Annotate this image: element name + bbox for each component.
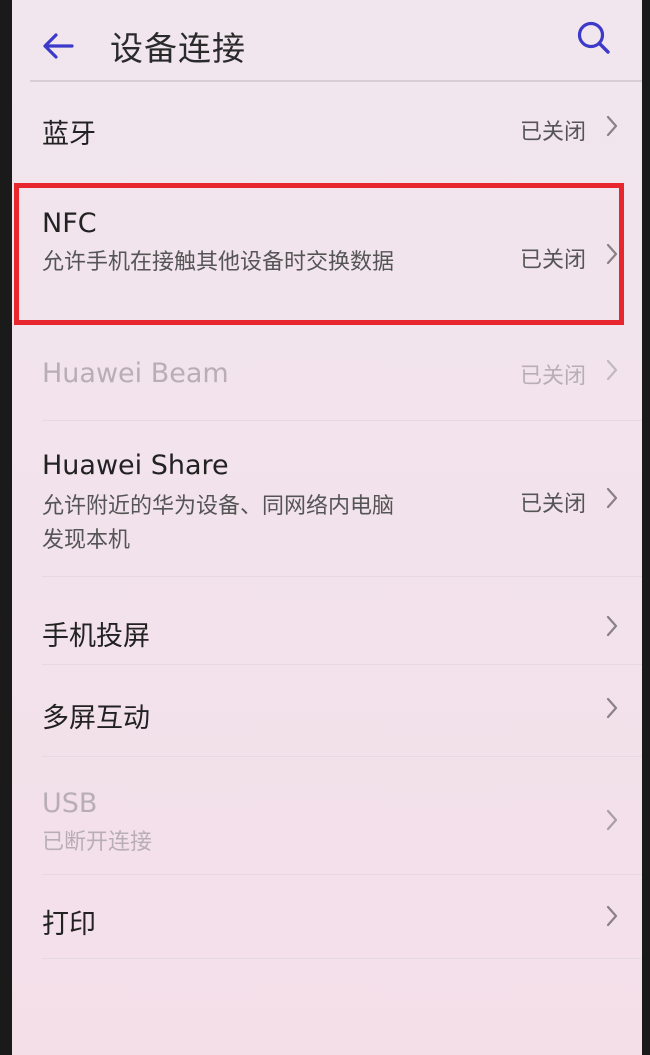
page-title: 设备连接 bbox=[110, 29, 246, 68]
chevron-right-icon bbox=[606, 487, 618, 509]
huawei-share-label: Huawei Share bbox=[42, 450, 229, 481]
settings-screen: 设备连接 蓝牙 已关闭 NFC 允许手机在接触其他设备时交换数据 已关闭 Hua… bbox=[12, 0, 642, 1055]
huawei-share-item[interactable]: Huawei Share 允许附近的华为设备、同网络内电脑发现本机 已关闭 bbox=[12, 424, 642, 574]
divider bbox=[42, 874, 642, 875]
print-item[interactable]: 打印 bbox=[12, 876, 642, 960]
huawei-beam-item: Huawei Beam 已关闭 bbox=[12, 330, 642, 414]
bluetooth-label: 蓝牙 bbox=[42, 119, 96, 150]
chevron-right-icon bbox=[606, 697, 618, 719]
app-bar-divider bbox=[30, 80, 642, 82]
nfc-label: NFC bbox=[42, 208, 97, 239]
divider bbox=[42, 756, 642, 757]
screen-projection-item[interactable]: 手机投屏 bbox=[12, 578, 642, 662]
huawei-beam-status: 已关闭 bbox=[519, 364, 586, 389]
chevron-right-icon bbox=[606, 905, 618, 927]
app-bar: 设备连接 bbox=[12, 0, 642, 84]
print-label: 打印 bbox=[42, 909, 96, 940]
huawei-share-description: 允许附近的华为设备、同网络内电脑发现本机 bbox=[42, 494, 395, 553]
nfc-status: 已关闭 bbox=[519, 248, 586, 273]
divider bbox=[42, 958, 642, 959]
bluetooth-item[interactable]: 蓝牙 已关闭 bbox=[12, 84, 642, 176]
chevron-right-icon bbox=[606, 809, 618, 831]
divider bbox=[42, 420, 642, 421]
usb-label: USB bbox=[42, 788, 98, 819]
nfc-item[interactable]: NFC 允许手机在接触其他设备时交换数据 已关闭 bbox=[12, 186, 642, 320]
screen-projection-label: 手机投屏 bbox=[42, 621, 150, 652]
chevron-right-icon bbox=[606, 243, 618, 265]
huawei-share-status: 已关闭 bbox=[519, 492, 586, 517]
huawei-beam-label: Huawei Beam bbox=[42, 358, 229, 389]
bluetooth-status: 已关闭 bbox=[519, 120, 586, 145]
chevron-right-icon bbox=[606, 359, 618, 381]
divider bbox=[42, 664, 642, 665]
search-icon[interactable] bbox=[574, 18, 614, 58]
usb-status-text: 已断开连接 bbox=[42, 830, 153, 855]
multi-screen-item[interactable]: 多屏互动 bbox=[12, 666, 642, 750]
usb-item: USB 已断开连接 bbox=[12, 760, 642, 872]
back-arrow-icon[interactable] bbox=[38, 26, 78, 66]
multi-screen-label: 多屏互动 bbox=[42, 703, 150, 734]
divider bbox=[42, 576, 642, 577]
nfc-description: 允许手机在接触其他设备时交换数据 bbox=[42, 250, 395, 275]
chevron-right-icon bbox=[606, 615, 618, 637]
chevron-right-icon bbox=[606, 115, 618, 137]
